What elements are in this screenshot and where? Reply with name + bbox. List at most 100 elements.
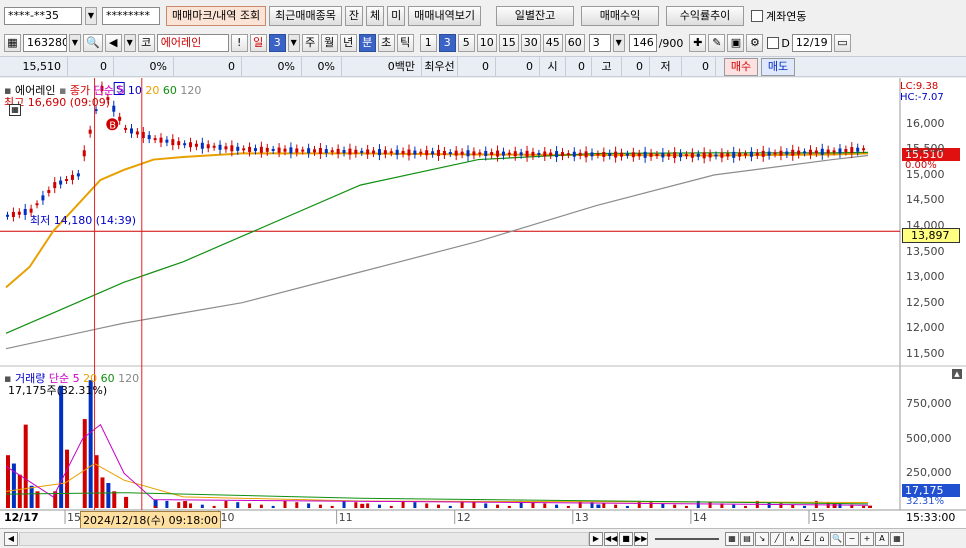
- candle-body: [265, 147, 269, 152]
- interval-combo[interactable]: 3: [588, 34, 611, 52]
- period-second-button[interactable]: 초: [377, 34, 395, 52]
- volume-bar: [791, 504, 795, 508]
- period-month-button[interactable]: 월: [320, 34, 338, 52]
- grid-icon[interactable]: ▦: [890, 531, 904, 546]
- period-year-button[interactable]: 년: [339, 34, 357, 52]
- high-label: 고: [592, 57, 622, 76]
- sound-dropdown-icon[interactable]: ▼: [123, 34, 136, 52]
- return-trend-button[interactable]: 수익률추이: [666, 6, 745, 26]
- price-volume-chart[interactable]: SB: [0, 78, 966, 528]
- buy-button[interactable]: 매수: [724, 57, 758, 76]
- tool-icon-c[interactable]: ↘: [755, 531, 769, 546]
- candle-body: [779, 150, 783, 156]
- rewind-icon[interactable]: ◀◀: [604, 531, 618, 546]
- tool-icon-e[interactable]: ∧: [785, 531, 799, 546]
- interval-combo-dropdown-icon[interactable]: ▼: [612, 34, 625, 52]
- chart-settings-icon[interactable]: ▦: [4, 34, 21, 52]
- tool-icon-d[interactable]: ╱: [770, 531, 784, 546]
- date-input[interactable]: 12/19: [791, 34, 832, 52]
- volume-bar: [744, 505, 748, 508]
- zoom-in-icon[interactable]: +: [860, 531, 874, 546]
- account-dropdown-icon[interactable]: ▼: [85, 7, 97, 25]
- period-minute-button[interactable]: 분: [358, 34, 376, 52]
- candle-body: [301, 149, 305, 152]
- panel-table-icon[interactable]: ▦: [9, 104, 21, 116]
- search-icon[interactable]: 🔍: [83, 34, 103, 52]
- candle-body: [602, 151, 606, 157]
- recent-trades-button[interactable]: 최근매매종목: [269, 6, 342, 26]
- crosshair-icon[interactable]: ✚: [689, 34, 707, 52]
- candle-body: [761, 150, 765, 157]
- forward-icon[interactable]: ▶▶: [634, 531, 648, 546]
- balance-button[interactable]: 잔: [344, 6, 364, 26]
- stop-icon[interactable]: ■: [619, 531, 633, 546]
- interval-5-button[interactable]: 5: [457, 34, 475, 52]
- tool-icon-b[interactable]: ▤: [740, 531, 754, 546]
- interval-30-button[interactable]: 30: [520, 34, 541, 52]
- warning-button[interactable]: !: [230, 34, 248, 52]
- interval-60-button[interactable]: 60: [564, 34, 585, 52]
- unfilled-button[interactable]: 미: [387, 6, 406, 26]
- volume-bar: [236, 502, 240, 508]
- volume-bar: [413, 502, 417, 508]
- zoom-slider[interactable]: [655, 537, 719, 540]
- interval-1-button[interactable]: 1: [419, 34, 437, 52]
- scroll-left-icon[interactable]: ◀: [4, 531, 18, 546]
- draw-tool-icon[interactable]: ✎: [708, 34, 726, 52]
- volume-bar: [153, 505, 157, 508]
- daily-balance-button[interactable]: 일별잔고: [496, 6, 575, 26]
- stock-code-input[interactable]: 163280: [23, 34, 67, 52]
- volume-bar: [673, 504, 677, 508]
- play-icon[interactable]: ▶: [589, 531, 603, 546]
- zoom-out-icon[interactable]: −: [845, 531, 859, 546]
- legend-ma120: 120: [180, 84, 202, 97]
- candle-body: [655, 153, 659, 156]
- executed-button[interactable]: 체: [366, 6, 385, 26]
- period-week-button[interactable]: 주: [301, 34, 319, 52]
- volume-bar: [189, 503, 193, 508]
- font-size-icon[interactable]: A: [875, 531, 889, 546]
- count-input[interactable]: 146: [628, 34, 657, 52]
- code-dropdown-icon[interactable]: ▼: [69, 34, 81, 52]
- trade-history-button[interactable]: 매매내역보기: [408, 6, 482, 26]
- volume-bar: [448, 505, 452, 508]
- zoom-icon[interactable]: 🔍: [830, 531, 844, 546]
- legend-ma5: 5: [117, 84, 125, 97]
- password-field[interactable]: ********: [102, 7, 160, 25]
- interval-45-button[interactable]: 45: [542, 34, 563, 52]
- open-value: 0: [566, 57, 592, 76]
- sell-button[interactable]: 매도: [761, 57, 795, 76]
- interval-10-button[interactable]: 10: [476, 34, 497, 52]
- account-field[interactable]: ****-**35: [4, 7, 82, 25]
- scroll-track[interactable]: [19, 531, 589, 546]
- tool-icon-g[interactable]: ⌂: [815, 531, 829, 546]
- chart-scrollbar[interactable]: ◀ ▶ ◀◀ ■ ▶▶ ▦ ▤ ↘ ╱ ∧ ∠ ⌂ 🔍 − + A ▦: [0, 528, 966, 548]
- account-link-checkbox[interactable]: [751, 10, 764, 22]
- calendar-icon[interactable]: ▭: [833, 34, 851, 52]
- volume-bar: [838, 503, 842, 508]
- tool-icon-f[interactable]: ∠: [800, 531, 814, 546]
- candle-body: [65, 179, 69, 181]
- gear-icon[interactable]: ⚙: [746, 34, 764, 52]
- volume-bar: [6, 455, 10, 508]
- candle-body: [797, 150, 801, 155]
- trade-profit-button[interactable]: 매매수익: [581, 6, 660, 26]
- hc-label: HC:-7.07: [900, 92, 944, 103]
- period-tick-button[interactable]: 틱: [396, 34, 414, 52]
- sound-icon[interactable]: ◀: [104, 34, 122, 52]
- period-day-button[interactable]: 일: [249, 34, 267, 52]
- interval-15-button[interactable]: 15: [498, 34, 519, 52]
- interval-3-button[interactable]: 3: [438, 34, 456, 52]
- candle-body: [35, 203, 39, 206]
- candle-body: [336, 148, 340, 154]
- stock-name-field[interactable]: 에어레인: [156, 34, 229, 52]
- volume-bar: [484, 503, 488, 508]
- tool-icon-a[interactable]: ▦: [725, 531, 739, 546]
- trade-mark-lookup-button[interactable]: 매매마크/내역 조회: [166, 6, 267, 26]
- period-dropdown-icon[interactable]: ▼: [287, 34, 300, 52]
- panel-menu-icon[interactable]: ▲: [952, 369, 962, 379]
- date-checkbox[interactable]: [767, 37, 780, 49]
- save-icon[interactable]: ▣: [727, 34, 745, 52]
- volume-bar: [94, 455, 99, 508]
- period-multiple-button[interactable]: 3: [268, 34, 286, 52]
